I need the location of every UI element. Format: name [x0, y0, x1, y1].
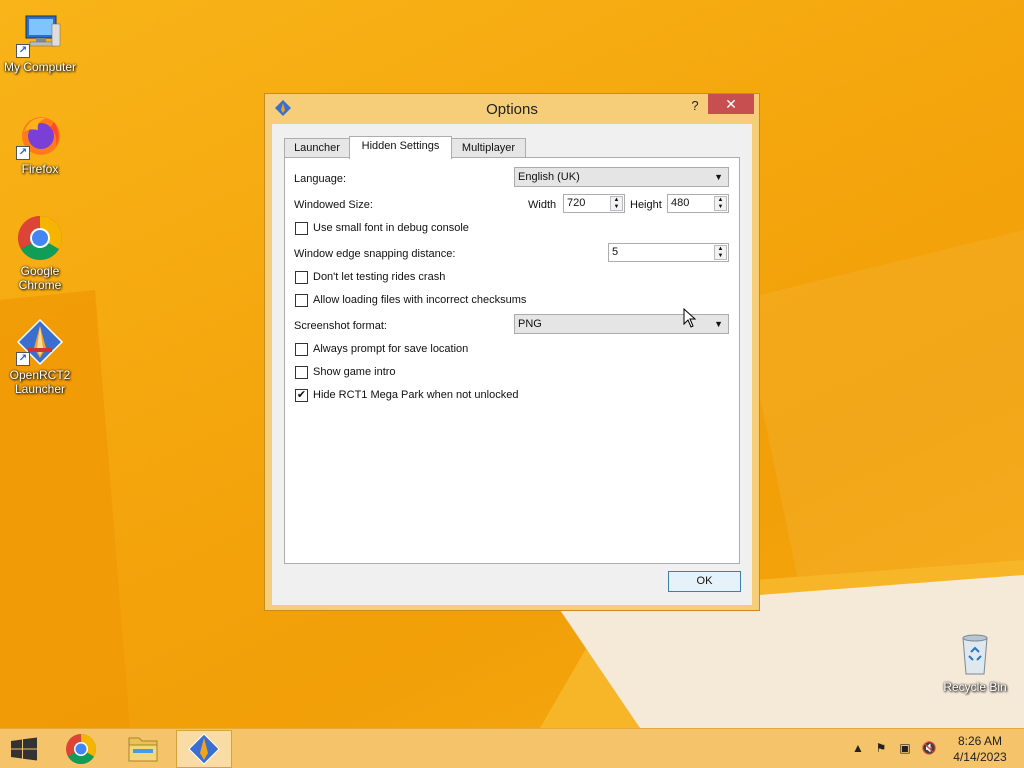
shortcut-arrow-icon: ↗ — [16, 146, 30, 160]
help-button[interactable]: ? — [683, 96, 707, 116]
desktop-icon-label: Recycle Bin — [943, 680, 1007, 694]
clock-time: 8:26 AM — [957, 734, 1003, 748]
tab-launcher[interactable]: Launcher — [284, 138, 350, 158]
mouse-cursor-icon — [683, 307, 697, 328]
network-icon[interactable]: ▣ — [897, 741, 913, 757]
desktop-icon-recycle-bin[interactable]: Recycle Bin — [935, 630, 1015, 694]
taskbar-file-explorer[interactable] — [115, 730, 171, 768]
desktop-icon-label: My Computer — [3, 60, 77, 74]
taskbar-clock[interactable]: 8:26 AM 4/14/2023 — [944, 733, 1016, 765]
chevron-down-icon: ▼ — [714, 172, 723, 182]
windowed-size-label: Windowed Size: — [294, 199, 373, 211]
height-value: 480 — [671, 197, 690, 209]
no-crash-checkbox[interactable] — [295, 271, 308, 284]
chevron-down-icon: ▼ — [714, 319, 723, 329]
taskbar-chrome[interactable] — [53, 730, 109, 768]
no-crash-label[interactable]: Don't let testing rides crash — [313, 271, 445, 283]
windows-logo-icon — [11, 737, 37, 761]
options-dialog: Options ? ✕ Launcher Hidden Settings Mul… — [264, 93, 760, 611]
small-font-checkbox[interactable] — [295, 222, 308, 235]
desktop-icon-chrome[interactable]: Google Chrome — [0, 214, 80, 292]
checksum-label[interactable]: Allow loading files with incorrect check… — [313, 294, 526, 306]
firefox-icon: ↗ — [16, 112, 64, 160]
game-intro-checkbox[interactable] — [295, 366, 308, 379]
game-intro-label[interactable]: Show game intro — [313, 366, 396, 378]
width-label: Width — [528, 199, 557, 211]
desktop-icon-openrct2[interactable]: ↗ OpenRCT2 Launcher — [0, 318, 80, 396]
show-hidden-icons-icon[interactable]: ▲ — [850, 741, 866, 757]
mega-park-checkbox[interactable]: ✔ — [295, 389, 308, 402]
taskbar-openrct2[interactable] — [176, 730, 232, 768]
small-font-label[interactable]: Use small font in debug console — [313, 222, 469, 234]
openrct2-icon: ↗ — [16, 318, 64, 366]
tab-hidden-settings[interactable]: Hidden Settings — [349, 136, 452, 159]
snap-distance-label: Window edge snapping distance: — [294, 248, 456, 260]
screenshot-format-label: Screenshot format: — [294, 320, 387, 332]
spin-arrows-icon[interactable]: ▲ ▼ — [610, 196, 623, 211]
close-button[interactable]: ✕ — [708, 94, 754, 114]
chrome-icon — [66, 734, 97, 765]
check-mark-icon: ✔ — [296, 389, 307, 401]
dialog-client: Launcher Hidden Settings Multiplayer Lan… — [272, 124, 752, 605]
desktop-icon-label: OpenRCT2 Launcher — [9, 368, 71, 396]
tab-multiplayer[interactable]: Multiplayer — [451, 138, 526, 158]
spin-arrows-icon[interactable]: ▲ ▼ — [714, 245, 727, 260]
action-center-flag-icon[interactable]: ⚑ — [873, 741, 889, 757]
spin-arrows-icon[interactable]: ▲ ▼ — [714, 196, 727, 211]
mega-park-label[interactable]: Hide RCT1 Mega Park when not unlocked — [313, 389, 518, 401]
language-value: English (UK) — [518, 171, 580, 183]
shortcut-arrow-icon: ↗ — [16, 352, 30, 366]
folder-icon — [128, 737, 158, 762]
language-label: Language: — [294, 173, 346, 185]
shortcut-arrow-icon: ↗ — [16, 44, 30, 58]
chrome-icon — [16, 214, 64, 262]
height-label: Height — [630, 199, 662, 211]
checksum-checkbox[interactable] — [295, 294, 308, 307]
save-prompt-checkbox[interactable] — [295, 343, 308, 356]
desktop-icon-label: Firefox — [21, 162, 59, 176]
openrct2-icon — [188, 733, 220, 765]
start-button[interactable] — [0, 729, 48, 768]
volume-muted-icon[interactable]: 🔇 — [921, 741, 937, 757]
hidden-settings-panel: Language: English (UK) ▼ Windowed Size: … — [284, 157, 740, 564]
save-prompt-label[interactable]: Always prompt for save location — [313, 343, 468, 355]
taskbar: ▲ ⚑ ▣ 🔇 8:26 AM 4/14/2023 — [0, 728, 1024, 768]
width-value: 720 — [567, 197, 586, 209]
titlebar[interactable]: Options ? ✕ — [265, 94, 759, 122]
computer-icon: ↗ — [16, 10, 64, 58]
ok-button[interactable]: OK — [668, 571, 741, 592]
snap-distance-value: 5 — [612, 246, 619, 258]
desktop-icon-my-computer[interactable]: ↗ My Computer — [0, 10, 80, 74]
snap-distance-spinbox[interactable]: 5 ▲ ▼ — [608, 243, 729, 262]
height-spinbox[interactable]: 480 ▲ ▼ — [667, 194, 729, 213]
desktop-icon-firefox[interactable]: ↗ Firefox — [0, 112, 80, 176]
language-select[interactable]: English (UK) ▼ — [514, 167, 729, 187]
clock-date: 4/14/2023 — [953, 750, 1007, 764]
screenshot-format-value: PNG — [518, 318, 542, 330]
desktop-icon-label: Google Chrome — [18, 264, 62, 292]
recycle-bin-icon — [951, 630, 999, 678]
width-spinbox[interactable]: 720 ▲ ▼ — [563, 194, 625, 213]
